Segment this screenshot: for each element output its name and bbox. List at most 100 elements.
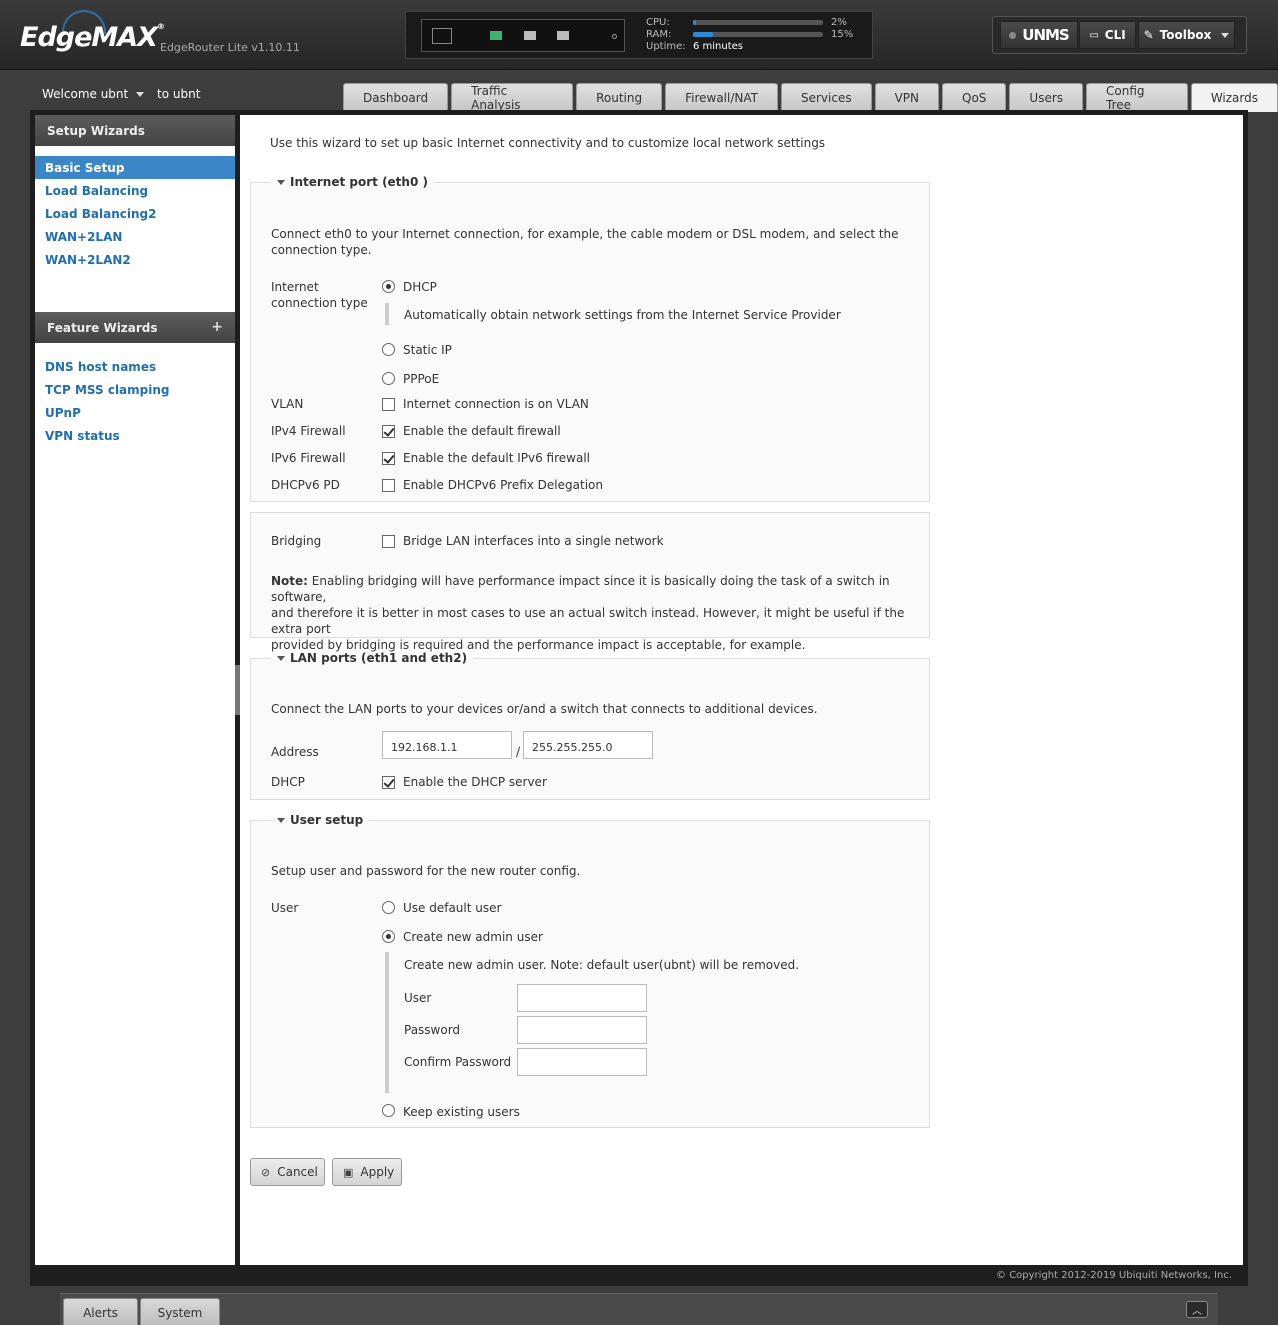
sidebar-item-basic-setup[interactable]: Basic Setup <box>35 156 235 179</box>
sidebar-item-load-balancing2[interactable]: Load Balancing2 <box>35 202 235 225</box>
dhcpv6-pd-checkbox[interactable] <box>382 479 395 492</box>
cancel-icon: ⊘ <box>261 1165 271 1179</box>
system-tab[interactable]: System <box>140 1298 220 1325</box>
sidebar-item-load-balancing[interactable]: Load Balancing <box>35 179 235 202</box>
new-admin-radio[interactable] <box>382 930 395 943</box>
status-led-icon <box>612 34 617 39</box>
tab-config-tree[interactable]: Config Tree <box>1086 83 1188 112</box>
sidebar-item-upnp[interactable]: UPnP <box>35 401 235 424</box>
bridging-section: Bridging Bridge LAN interfaces into a si… <box>250 512 930 652</box>
user-setup-legend[interactable]: User setup <box>271 813 369 827</box>
keep-users-radio[interactable] <box>382 1104 395 1117</box>
bridging-checkbox[interactable] <box>382 535 395 548</box>
tab-wizards[interactable]: Wizards <box>1190 83 1278 112</box>
pppoe-radio-label[interactable]: PPPoE <box>403 372 439 386</box>
lan-ports-section: LAN ports (eth1 and eth2) Connect the LA… <box>250 651 930 800</box>
pppoe-radio[interactable] <box>382 372 395 385</box>
vlan-checkbox-label[interactable]: Internet connection is on VLAN <box>403 397 589 411</box>
unms-button[interactable]: UNMS <box>1000 21 1078 49</box>
new-admin-bar <box>385 952 389 1093</box>
port-eth0-icon[interactable] <box>490 31 502 40</box>
cpu-bar <box>693 20 823 25</box>
keep-users-radio-label[interactable]: Keep existing users <box>403 1105 520 1119</box>
new-password-input[interactable] <box>517 1016 647 1044</box>
toolbox-button[interactable]: ✎ Toolbox <box>1138 21 1235 49</box>
apply-button[interactable]: ▣ Apply <box>332 1158 402 1186</box>
ram-bar <box>693 32 823 37</box>
collapse-triangle-icon <box>277 180 285 185</box>
setup-wizards-list: Basic Setup Load Balancing Load Balancing2… <box>35 156 235 271</box>
tab-vpn[interactable]: VPN <box>874 83 940 112</box>
internet-port-description: Connect eth0 to your Internet connection… <box>271 227 899 257</box>
tab-users[interactable]: Users <box>1009 83 1084 112</box>
address-separator: / <box>516 745 521 759</box>
ipv4-firewall-checkbox[interactable] <box>382 425 395 438</box>
static-ip-radio[interactable] <box>382 343 395 356</box>
vlan-checkbox[interactable] <box>382 398 395 411</box>
ipv6-firewall-label: IPv6 Firewall <box>271 451 346 465</box>
tab-firewall-nat[interactable]: Firewall/NAT <box>665 83 778 112</box>
main-tabs: Dashboard Traffic Analysis Routing Firewall… <box>343 83 1278 112</box>
user-setup-section: User setup Setup user and password for t… <box>250 813 930 1128</box>
tab-services[interactable]: Services <box>780 83 872 112</box>
tab-qos[interactable]: QoS <box>942 83 1007 112</box>
save-icon: ▣ <box>343 1165 354 1179</box>
plus-icon[interactable]: + <box>211 319 223 335</box>
bridging-checkbox-label[interactable]: Bridge LAN interfaces into a single netw… <box>403 534 664 548</box>
sidebar-item-dns-host-names[interactable]: DNS host names <box>35 355 235 378</box>
new-password-label: Password <box>404 1023 461 1037</box>
setup-wizards-header: Setup Wizards <box>35 115 235 146</box>
uptime-value: 6 minutes <box>693 41 744 52</box>
alerts-tab[interactable]: Alerts <box>63 1298 138 1325</box>
dhcp-radio[interactable] <box>382 280 395 293</box>
edgemax-logo: EdgeMAX® <box>20 22 165 53</box>
internet-port-legend[interactable]: Internet port (eth0 ) <box>271 175 434 189</box>
dhcpv6-pd-checkbox-label[interactable]: Enable DHCPv6 Prefix Delegation <box>403 478 603 492</box>
new-user-input[interactable] <box>517 984 647 1012</box>
ram-bar-fill <box>693 32 713 37</box>
dhcp-server-checkbox[interactable] <box>382 776 395 789</box>
tab-dashboard[interactable]: Dashboard <box>343 83 449 112</box>
new-admin-radio-label[interactable]: Create new admin user <box>403 930 543 944</box>
lan-ports-legend[interactable]: LAN ports (eth1 and eth2) <box>271 651 473 665</box>
vlan-label: VLAN <box>271 397 304 411</box>
ram-label: RAM: <box>646 29 672 40</box>
tab-routing[interactable]: Routing <box>576 83 663 112</box>
user-menu[interactable]: Welcome ubnt <box>42 87 145 101</box>
copyright: © Copyright 2012-2019 Ubiquiti Networks,… <box>996 1270 1232 1281</box>
cli-button[interactable]: ▭ CLI <box>1079 21 1136 49</box>
feature-wizards-list: DNS host names TCP MSS clamping UPnP VPN st… <box>35 355 235 447</box>
ipv4-firewall-checkbox-label[interactable]: Enable the default firewall <box>403 424 561 438</box>
ipv6-firewall-checkbox[interactable] <box>382 452 395 465</box>
confirm-password-label: Confirm Password <box>404 1055 512 1069</box>
port-eth1-icon[interactable] <box>524 31 536 40</box>
tab-traffic-analysis[interactable]: Traffic Analysis <box>451 83 574 112</box>
cancel-button[interactable]: ⊘ Cancel <box>250 1158 325 1186</box>
bridging-note: Note: Enabling bridging will have perfor… <box>271 574 905 652</box>
top-header: EdgeMAX® EdgeRouter Lite v1.10.11 CPU: 2… <box>0 0 1278 70</box>
dhcp-note: Automatically obtain network settings fr… <box>404 308 841 322</box>
dhcp-radio-label[interactable]: DHCP <box>403 280 437 294</box>
feature-wizards-header[interactable]: Feature Wizards + <box>35 312 235 343</box>
cpu-label: CPU: <box>646 17 670 28</box>
confirm-password-input[interactable] <box>517 1048 647 1076</box>
port-eth2-icon[interactable] <box>557 31 569 40</box>
default-user-radio-label[interactable]: Use default user <box>403 901 501 915</box>
sidebar-item-tcp-mss-clamping[interactable]: TCP MSS clamping <box>35 378 235 401</box>
dhcp-server-checkbox-label[interactable]: Enable the DHCP server <box>403 775 547 789</box>
sidebar-item-wan-2lan2[interactable]: WAN+2LAN2 <box>35 248 235 271</box>
dhcp-note-bar <box>385 303 389 325</box>
address-label: Address <box>271 745 319 759</box>
sidebar-item-vpn-status[interactable]: VPN status <box>35 424 235 447</box>
default-user-radio[interactable] <box>382 901 395 914</box>
sidebar-item-wan-2lan[interactable]: WAN+2LAN <box>35 225 235 248</box>
address-input[interactable]: 192.168.1.1 <box>382 731 512 759</box>
ipv6-firewall-checkbox-label[interactable]: Enable the default IPv6 firewall <box>403 451 590 465</box>
static-ip-radio-label[interactable]: Static IP <box>403 343 452 357</box>
netmask-input[interactable]: 255.255.255.0 <box>523 731 653 759</box>
dhcpv6-pd-label: DHCPv6 PD <box>271 478 340 492</box>
bottom-bar: Alerts System ︿ <box>60 1293 1218 1325</box>
wizard-content: Use this wizard to set up basic Internet… <box>240 115 1243 1265</box>
chevron-up-icon[interactable]: ︿ <box>1186 1301 1208 1318</box>
dhcp-server-label: DHCP <box>271 775 305 789</box>
